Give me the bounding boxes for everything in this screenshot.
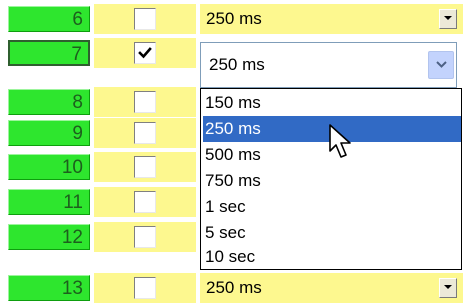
check-mark-icon <box>138 47 152 59</box>
interval-combo[interactable]: 250 ms <box>200 4 463 34</box>
checkbox-cell <box>94 152 196 182</box>
row-checkbox[interactable] <box>134 42 156 64</box>
checkbox-cell <box>94 87 196 117</box>
settings-grid: 6 250 ms 7 8 9 10 11 12 13 250 ms 250 ms… <box>0 0 463 308</box>
checkbox-cell <box>94 118 196 148</box>
dropdown-option[interactable]: 5 sec <box>203 220 461 246</box>
dropdown-option[interactable]: 750 ms <box>203 168 461 194</box>
interval-value: 250 ms <box>209 55 265 74</box>
dropdown-button[interactable] <box>439 9 457 29</box>
row-number-cell[interactable]: 13 <box>8 275 90 301</box>
row-checkbox[interactable] <box>134 226 156 248</box>
row-number-cell[interactable]: 8 <box>8 89 90 115</box>
row-number-cell[interactable]: 12 <box>8 224 90 250</box>
grid-row-13: 13 250 ms <box>0 273 463 303</box>
row-number-cell[interactable]: 9 <box>8 120 90 146</box>
checkbox-cell <box>94 222 196 252</box>
dropdown-option[interactable]: 150 ms <box>203 90 461 116</box>
row-number-cell[interactable]: 10 <box>8 154 90 180</box>
row-checkbox[interactable] <box>134 91 156 113</box>
checkbox-cell <box>94 38 196 68</box>
grid-row-6: 6 250 ms <box>0 4 463 34</box>
interval-combo-active[interactable]: 250 ms <box>200 42 457 88</box>
chevron-down-icon <box>444 16 452 20</box>
interval-dropdown-list[interactable]: 150 ms 250 ms 500 ms 750 ms 1 sec 5 sec … <box>200 88 462 270</box>
interval-value: 250 ms <box>206 9 262 28</box>
row-number-cell[interactable]: 6 <box>8 6 90 32</box>
row-number-cell[interactable]: 7 <box>8 40 90 66</box>
dropdown-button[interactable] <box>428 51 454 79</box>
row-checkbox[interactable] <box>134 156 156 178</box>
mouse-pointer-icon <box>329 124 351 158</box>
dropdown-option[interactable]: 10 sec <box>203 244 461 270</box>
row-checkbox[interactable] <box>134 277 156 299</box>
chevron-down-icon <box>436 61 447 68</box>
checkbox-cell <box>94 4 196 34</box>
dropdown-button[interactable] <box>439 278 457 298</box>
checkbox-cell <box>94 273 196 303</box>
row-checkbox[interactable] <box>134 122 156 144</box>
interval-combo[interactable]: 250 ms <box>200 273 463 303</box>
chevron-down-icon <box>444 285 452 289</box>
row-checkbox[interactable] <box>134 191 156 213</box>
checkbox-cell <box>94 187 196 217</box>
dropdown-option[interactable]: 1 sec <box>203 194 461 220</box>
row-checkbox[interactable] <box>134 8 156 30</box>
interval-value: 250 ms <box>206 278 262 297</box>
row-number-cell[interactable]: 11 <box>8 189 90 215</box>
